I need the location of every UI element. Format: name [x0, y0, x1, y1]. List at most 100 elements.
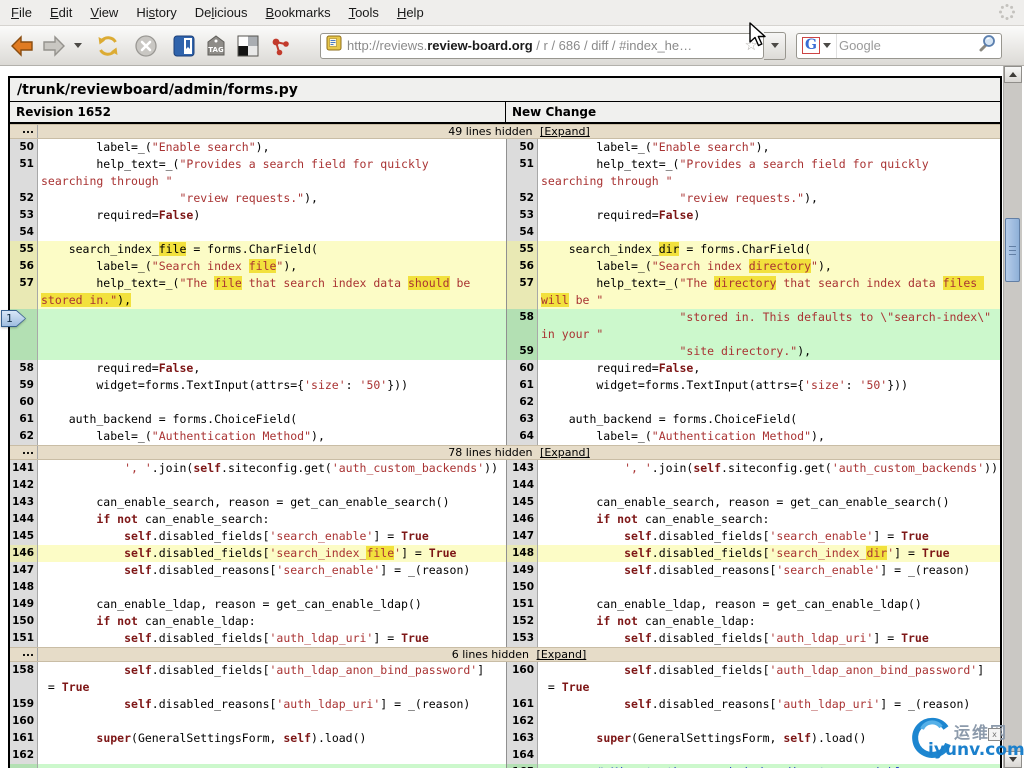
- line-number-gutter[interactable]: 62: [10, 428, 38, 445]
- bookmark-button[interactable]: [168, 30, 200, 62]
- scrollbar-up-button[interactable]: [1004, 66, 1022, 83]
- line-number-gutter[interactable]: 152: [507, 613, 538, 630]
- old-side-cell: 158 self.disabled_fields['auth_ldap_anon…: [10, 662, 506, 696]
- line-number-gutter[interactable]: 148: [10, 579, 38, 596]
- line-number-gutter[interactable]: 54: [507, 224, 538, 241]
- reload-button[interactable]: [92, 30, 124, 62]
- back-button[interactable]: [6, 30, 38, 62]
- line-number-gutter[interactable]: 63: [507, 411, 538, 428]
- scrollbar-down-button[interactable]: [1004, 751, 1022, 768]
- line-number-gutter[interactable]: 145: [10, 528, 38, 545]
- line-number-gutter[interactable]: 52: [10, 190, 38, 207]
- line-number-gutter[interactable]: 146: [10, 545, 38, 562]
- line-number-gutter[interactable]: 160: [507, 662, 538, 696]
- line-number-gutter[interactable]: [10, 343, 38, 360]
- tag-button[interactable]: TAG: [200, 30, 232, 62]
- diff-row: 148 150: [10, 579, 1000, 596]
- expand-link[interactable]: [Expand]: [540, 125, 590, 138]
- search-engine-button[interactable]: G: [797, 34, 837, 58]
- line-number-gutter[interactable]: 57: [507, 275, 538, 309]
- line-number-gutter[interactable]: 161: [507, 696, 538, 713]
- menu-item-tools[interactable]: Tools: [340, 2, 388, 23]
- menu-item-help[interactable]: Help: [388, 2, 433, 23]
- line-number-gutter[interactable]: 61: [10, 411, 38, 428]
- forward-button[interactable]: [38, 30, 70, 62]
- line-number-gutter[interactable]: 144: [507, 477, 538, 494]
- line-number-gutter[interactable]: 151: [10, 630, 38, 647]
- line-number-gutter[interactable]: 158: [10, 662, 38, 696]
- search-magnifier-icon[interactable]: [977, 33, 997, 58]
- line-number-gutter[interactable]: 149: [507, 562, 538, 579]
- line-number-gutter[interactable]: 57: [10, 275, 38, 309]
- bookmark-star-icon[interactable]: ☆: [745, 38, 758, 53]
- code-line: widget=forms.TextInput(attrs={'size': '5…: [38, 377, 506, 394]
- line-number-gutter[interactable]: 148: [507, 545, 538, 562]
- line-number-gutter[interactable]: 55: [10, 241, 38, 258]
- line-number-gutter[interactable]: 61: [507, 377, 538, 394]
- line-number-gutter[interactable]: 147: [10, 562, 38, 579]
- comment-flag[interactable]: 1: [1, 310, 26, 327]
- menu-item-file[interactable]: File: [2, 2, 41, 23]
- code-line: "stored in. This defaults to \"search-in…: [538, 309, 1000, 343]
- line-number-gutter[interactable]: 144: [10, 511, 38, 528]
- scrollbar-thumb[interactable]: [1005, 218, 1020, 282]
- line-number-gutter[interactable]: 161: [10, 730, 38, 747]
- line-number-gutter[interactable]: 141: [10, 460, 38, 477]
- line-number-gutter[interactable]: 143: [10, 494, 38, 511]
- line-number-gutter[interactable]: 54: [10, 224, 38, 241]
- line-number-gutter[interactable]: 159: [10, 696, 38, 713]
- line-number-gutter[interactable]: 164: [507, 747, 538, 764]
- line-number-gutter[interactable]: 58: [507, 309, 538, 343]
- line-number-gutter[interactable]: 142: [10, 477, 38, 494]
- line-number-gutter[interactable]: 149: [10, 596, 38, 613]
- line-number-gutter[interactable]: 153: [507, 630, 538, 647]
- line-number-gutter[interactable]: 151: [507, 596, 538, 613]
- share-button[interactable]: [264, 30, 296, 62]
- line-number-gutter[interactable]: 147: [507, 528, 538, 545]
- line-number-gutter[interactable]: 162: [507, 713, 538, 730]
- url-dropdown-button[interactable]: [764, 32, 786, 60]
- line-number-gutter[interactable]: 162: [10, 747, 38, 764]
- line-number-gutter[interactable]: 60: [10, 394, 38, 411]
- line-number-gutter[interactable]: 143: [507, 460, 538, 477]
- menu-item-delicious[interactable]: Delicious: [186, 2, 257, 23]
- menu-item-view[interactable]: View: [81, 2, 127, 23]
- line-number-gutter[interactable]: 50: [507, 139, 538, 156]
- url-bar[interactable]: http://reviews.review-board.org / r / 68…: [320, 33, 764, 59]
- line-number-gutter[interactable]: 56: [507, 258, 538, 275]
- line-number-gutter[interactable]: 62: [507, 394, 538, 411]
- line-number-gutter[interactable]: 163: [507, 730, 538, 747]
- line-number-gutter[interactable]: 56: [10, 258, 38, 275]
- line-number-gutter[interactable]: 50: [10, 139, 38, 156]
- menu-item-bookmarks[interactable]: Bookmarks: [257, 2, 340, 23]
- expand-link[interactable]: [Expand]: [537, 648, 587, 661]
- line-number-gutter[interactable]: 53: [507, 207, 538, 224]
- line-number-gutter[interactable]: 55: [507, 241, 538, 258]
- line-number-gutter[interactable]: 51: [10, 156, 38, 190]
- line-number-gutter[interactable]: [10, 764, 38, 768]
- menu-item-history[interactable]: History: [127, 2, 185, 23]
- delicious-button[interactable]: [232, 30, 264, 62]
- line-number-gutter[interactable]: 145: [507, 494, 538, 511]
- stop-button[interactable]: [130, 30, 162, 62]
- line-number-gutter[interactable]: 52: [507, 190, 538, 207]
- line-number-gutter[interactable]: 58: [10, 360, 38, 377]
- line-number-gutter[interactable]: 150: [10, 613, 38, 630]
- search-input[interactable]: [837, 37, 977, 54]
- code-line: self.disabled_fields['auth_ldap_uri'] = …: [38, 630, 506, 647]
- line-number-gutter[interactable]: 1: [10, 309, 38, 343]
- line-number-gutter[interactable]: 146: [507, 511, 538, 528]
- vertical-scrollbar[interactable]: [1003, 66, 1022, 768]
- line-number-gutter[interactable]: 165: [507, 764, 538, 768]
- line-number-gutter[interactable]: 64: [507, 428, 538, 445]
- line-number-gutter[interactable]: 53: [10, 207, 38, 224]
- line-number-gutter[interactable]: 150: [507, 579, 538, 596]
- line-number-gutter[interactable]: 59: [507, 343, 538, 360]
- line-number-gutter[interactable]: 160: [10, 713, 38, 730]
- line-number-gutter[interactable]: 51: [507, 156, 538, 190]
- forward-history-dropdown-button[interactable]: [70, 30, 86, 62]
- line-number-gutter[interactable]: 59: [10, 377, 38, 394]
- menu-item-edit[interactable]: Edit: [41, 2, 81, 23]
- line-number-gutter[interactable]: 60: [507, 360, 538, 377]
- expand-link[interactable]: [Expand]: [540, 446, 590, 459]
